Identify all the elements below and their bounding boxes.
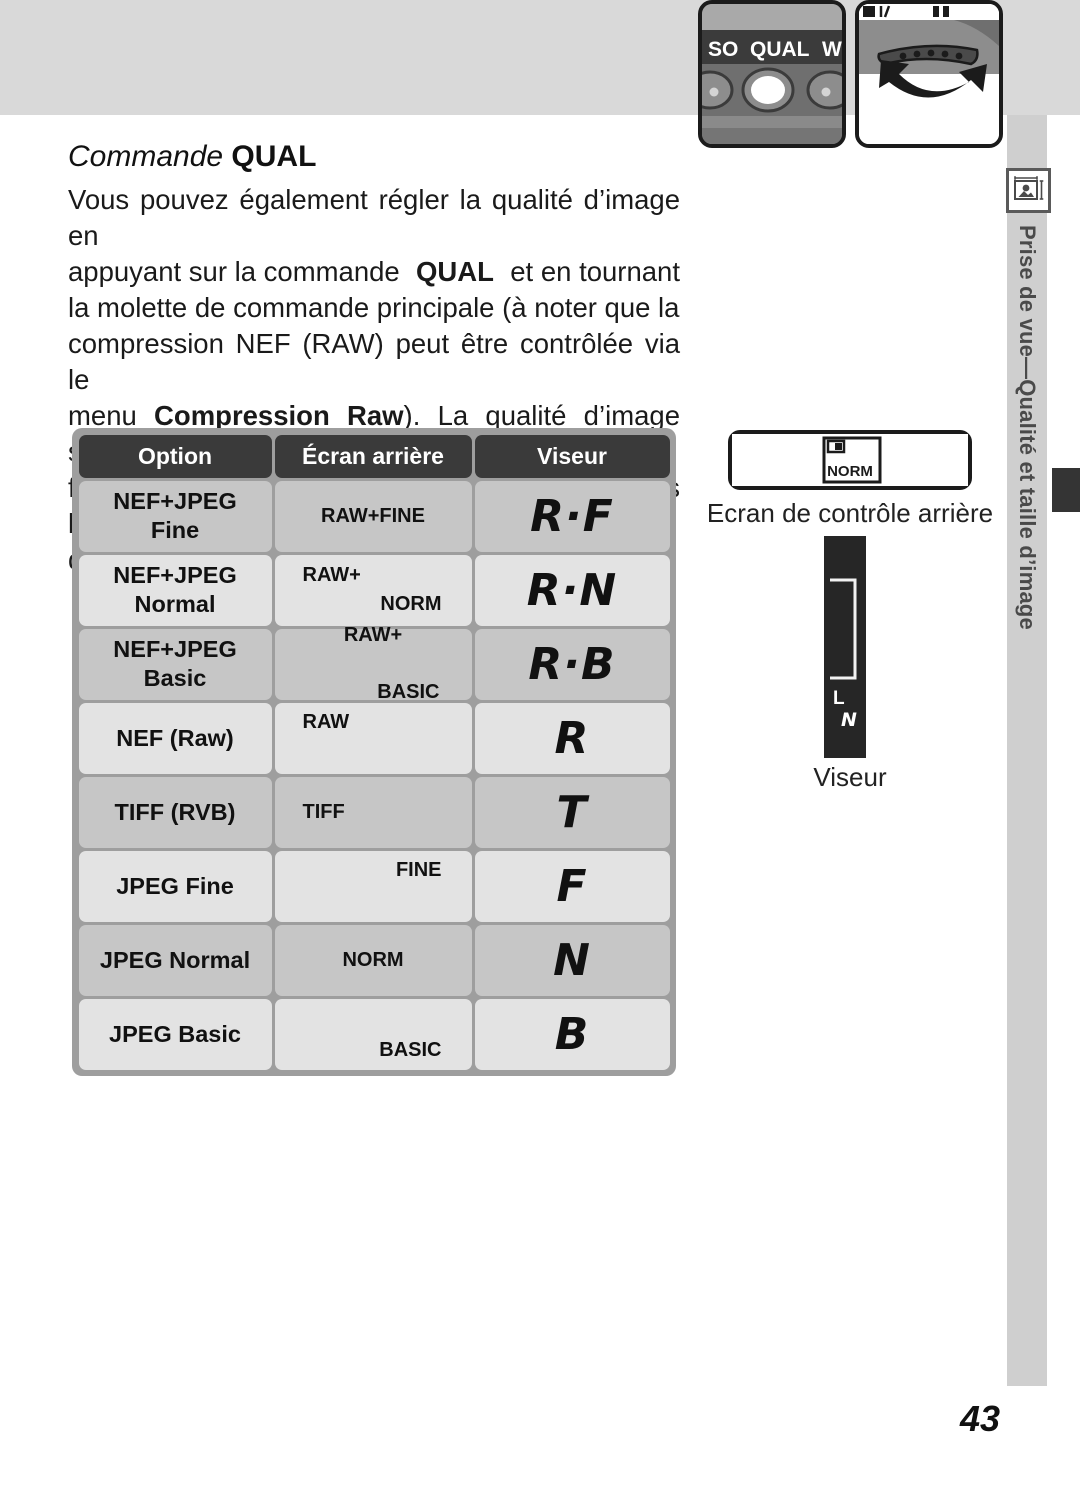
page-title-italic: Commande [68,140,232,173]
rear-display-label: RAW+ NORM [302,564,442,615]
cell-viewfinder: N [474,924,670,996]
image-quality-table: Option Écran arrière Viseur NEF+JPEG Fine… [72,428,676,1076]
cell-rear-display: RAW+FINE [274,480,472,552]
table-row: JPEG Basic BASIC B [77,997,671,1071]
body-line-5a: menu [68,400,155,431]
cell-option: NEF+JPEG Fine [78,480,272,552]
section-tab-label: Prise de vue—Qualité et taille d’image [1015,225,1040,630]
rear-display-label: FINE [395,858,442,881]
cell-option: JPEG Normal [78,924,272,996]
table-body: NEF+JPEG Fine RAW+FINE R·F NEF+JPEG Normal RAW… [77,479,671,1071]
table-row: JPEG Normal NORM N [77,923,671,997]
body-line-2c: et en tournant [510,256,680,287]
cell-rear-display: TIFF [274,776,472,848]
page-title: Commande QUAL [68,140,316,174]
table-header-option: Option [78,434,272,478]
option-label: NEF+JPEG Basic [113,636,237,691]
body-line-1: Vous pouvez également régler la qualité … [68,184,680,251]
cell-option: TIFF (RVB) [78,776,272,848]
cell-option: NEF+JPEG Normal [78,554,272,626]
option-label: NEF+JPEG Normal [113,562,237,617]
body-line-5b: Compression Raw [154,400,404,431]
table-header-rear-display: Écran arrière [274,434,472,478]
rear-display-label: NORM [342,948,404,971]
option-label: TIFF (RVB) [114,798,236,825]
cell-viewfinder: F [474,850,670,922]
table-row: NEF+JPEG Normal RAW+ NORM R·N [77,553,671,627]
cell-option: JPEG Basic [78,998,272,1070]
cell-rear-display: RAW+ NORM [274,554,472,626]
viewfinder-glyph: R·N [526,564,618,616]
svg-text:L: L [833,688,845,709]
section-tab-label-wrap: Prise de vue—Qualité et taille d’image [1007,225,1047,785]
option-label: JPEG Normal [99,946,251,973]
svg-text:NORM: NORM [827,463,873,480]
viewfinder-glyph: R·F [530,490,614,542]
option-label: NEF+JPEG Fine [113,488,237,543]
table-row: NEF+JPEG Fine RAW+FINE R·F [77,479,671,553]
rear-display-label: TIFF [302,800,345,823]
page-number: 43 [959,1398,1000,1439]
cell-rear-display: FINE [274,850,472,922]
command-dial-illustration [855,0,1003,148]
table-header-row: Option Écran arrière Viseur [77,433,671,479]
viewfinder-glyph: T [556,786,588,838]
body-line-2: appuyant sur la commande QUAL et en tour… [68,254,680,290]
chapter-edge-marker [1052,468,1080,512]
svg-text:N: N [841,709,857,731]
cell-viewfinder: R·B [474,628,670,700]
rear-control-panel-figure: NORM [728,430,972,490]
svg-text:SO: SO [708,38,738,61]
rear-display-label: RAW+FINE [321,504,425,527]
viewfinder-glyph: R·B [528,638,616,690]
cell-rear-display: BASIC [274,998,472,1070]
rear-display-label: RAW [302,710,350,733]
table-row: TIFF (RVB) TIFF T [77,775,671,849]
body-line-4: compression NEF (RAW) peut être contrôlé… [68,328,680,395]
rear-display-label: RAW+ BASIC [343,624,440,703]
cell-viewfinder: B [474,998,670,1070]
cell-rear-display: NORM [274,924,472,996]
cell-viewfinder: T [474,776,670,848]
body-line-2b: QUAL [416,256,494,287]
manual-page: Prise de vue—Qualité et taille d’image C… [0,0,1080,1486]
svg-text:QUAL: QUAL [750,38,810,61]
cell-option: JPEG Fine [78,850,272,922]
page-title-bold: QUAL [231,140,317,173]
option-label: JPEG Fine [116,872,234,899]
viewfinder-glyph: B [554,1008,590,1060]
image-size-icon [1006,168,1051,213]
rear-panel-caption: Ecran de contrôle arrière [706,498,994,528]
body-line-2a: appuyant sur la commande [68,256,400,287]
viewfinder-caption: Viseur [813,762,887,792]
cell-viewfinder: R [474,702,670,774]
viewfinder-glyph: R [554,712,590,764]
table-header-viewfinder: Viseur [474,434,670,478]
viewfinder-figure: L N [824,536,866,758]
cell-viewfinder: R·F [474,480,670,552]
option-label: JPEG Basic [109,1020,241,1047]
body-line-3: la molette de commande principale (à not… [68,292,680,323]
rear-display-label: BASIC [379,1038,442,1061]
table-row: NEF+JPEG Basic RAW+ BASIC R·B [77,624,671,703]
qual-button-illustration: SO QUAL W [698,0,846,148]
option-label: NEF (Raw) [116,724,234,751]
cell-viewfinder: R·N [474,554,670,626]
viewfinder-glyph: F [556,860,588,912]
cell-rear-display: RAW+ BASIC [274,624,472,703]
table-row: JPEG Fine FINE F [77,849,671,923]
svg-text:W: W [822,38,842,61]
table-row: NEF (Raw) RAW R [77,701,671,775]
viewfinder-glyph: N [553,934,591,986]
cell-option: NEF (Raw) [78,702,272,774]
cell-rear-display: RAW [274,702,472,774]
cell-option: NEF+JPEG Basic [78,628,272,700]
